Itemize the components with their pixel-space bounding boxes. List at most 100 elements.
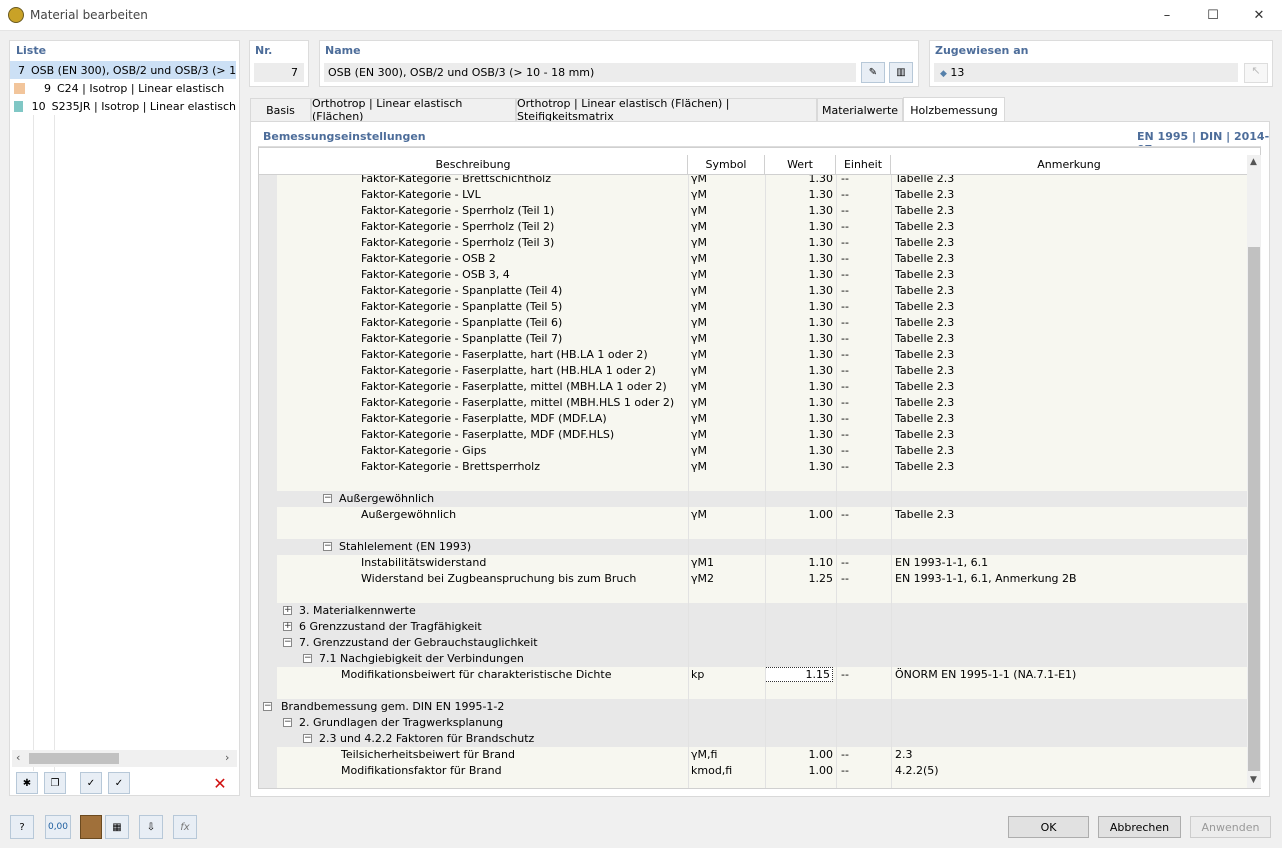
material-color-icon[interactable]: [80, 815, 102, 839]
col-symbol[interactable]: Symbol: [688, 155, 765, 174]
table-row[interactable]: Faktor-Kategorie - Spanplatte (Teil 6) γM…: [259, 315, 1247, 331]
row-value[interactable]: 1.25: [765, 572, 834, 585]
cancel-button[interactable]: Abbrechen: [1098, 816, 1181, 838]
row-value[interactable]: 1.30: [765, 332, 834, 345]
check-all-icon[interactable]: ✓: [80, 772, 102, 794]
table-row[interactable]: Modifikationsbeiwert für charakteristisc…: [259, 667, 1247, 683]
delete-icon[interactable]: ✕: [209, 772, 231, 794]
table-row[interactable]: Faktor-Kategorie - Sperrholz (Teil 2) γM 1…: [259, 219, 1247, 235]
apply-button[interactable]: Anwenden: [1190, 816, 1271, 838]
group-row[interactable]: −2.3 und 4.2.2 Faktoren für Brandschutz: [277, 731, 1247, 747]
table-row[interactable]: Außergewöhnlich γM 1.00 -- Tabelle 2.3: [259, 507, 1247, 523]
table-row[interactable]: Faktor-Kategorie - Sperrholz (Teil 3) γM 1…: [259, 235, 1247, 251]
table-row[interactable]: Faktor-Kategorie - Spanplatte (Teil 7) γM…: [259, 331, 1247, 347]
new-material-icon[interactable]: ✱: [16, 772, 38, 794]
nr-field[interactable]: 7: [254, 63, 304, 82]
row-value[interactable]: 1.30: [765, 188, 834, 201]
col-einheit[interactable]: Einheit: [836, 155, 891, 174]
ok-button[interactable]: OK: [1008, 816, 1089, 838]
row-value[interactable]: 1.30: [765, 444, 834, 457]
row-value[interactable]: 1.00: [765, 764, 834, 777]
row-value[interactable]: 1.30: [765, 412, 834, 425]
group-row[interactable]: −7. Grenzzustand der Gebrauchstauglichke…: [277, 635, 1247, 651]
group-row[interactable]: − Brandbemessung gem. DIN EN 1995-1-2: [259, 699, 1247, 715]
row-value[interactable]: 1.00: [765, 748, 834, 761]
tab-holzbemessung[interactable]: Holzbemessung: [903, 97, 1005, 122]
table-row[interactable]: Faktor-Kategorie - OSB 2 γM 1.30 -- Tabelle …: [259, 251, 1247, 267]
name-field[interactable]: OSB (EN 300), OSB/2 und OSB/3 (> 10 - 18…: [324, 63, 856, 82]
tab-orthotrop[interactable]: Orthotrop | Linear elastisch (Flächen): [311, 97, 516, 123]
close-icon[interactable]: ✕: [1236, 0, 1282, 31]
table-row[interactable]: Faktor-Kategorie - Faserplatte, MDF (MDF…: [259, 427, 1247, 443]
check-selected-icon[interactable]: ✓: [108, 772, 130, 794]
table-row[interactable]: Modifikationsfaktor für Brand kmod,fi 1.00…: [259, 763, 1247, 779]
row-value[interactable]: 1.30: [765, 284, 834, 297]
assigned-field[interactable]: ◆ 13: [934, 63, 1238, 82]
help-icon[interactable]: ?: [10, 815, 34, 839]
tab-materialwerte[interactable]: Materialwerte: [817, 98, 903, 121]
units-icon[interactable]: 0,00: [45, 815, 71, 839]
expand-icon[interactable]: +: [283, 606, 292, 615]
row-value[interactable]: 1.30: [765, 460, 834, 473]
group-row[interactable]: −2. Grundlagen der Tragwerksplanung: [277, 715, 1247, 731]
collapse-icon[interactable]: −: [263, 702, 272, 711]
list-item[interactable]: 9 C24 | Isotrop | Linear elastisch: [10, 79, 236, 97]
expand-icon[interactable]: +: [283, 622, 292, 631]
row-value[interactable]: 1.30: [765, 175, 834, 185]
row-value[interactable]: 1.30: [765, 348, 834, 361]
scroll-up-icon[interactable]: ▲: [1250, 157, 1257, 167]
row-value[interactable]: 1.30: [765, 364, 834, 377]
collapse-icon[interactable]: −: [283, 718, 292, 727]
formula-icon[interactable]: fx: [173, 815, 197, 839]
list-item[interactable]: 10 S235JR | Isotrop | Linear elastisch: [10, 97, 236, 115]
group-row[interactable]: +3. Materialkennwerte: [277, 603, 1247, 619]
material-catalog-icon[interactable]: ▦: [105, 815, 129, 839]
collapse-icon[interactable]: −: [283, 638, 292, 647]
minimize-icon[interactable]: –: [1144, 0, 1190, 31]
export-icon[interactable]: ⇩: [139, 815, 163, 839]
scroll-thumb[interactable]: [1248, 247, 1260, 771]
table-row[interactable]: Teilsicherheitsbeiwert für Brand γM,fi 1.0…: [259, 747, 1247, 763]
table-row[interactable]: Faktor-Kategorie - Spanplatte (Teil 5) γM…: [259, 299, 1247, 315]
group-row[interactable]: +6 Grenzzustand der Tragfähigkeit: [277, 619, 1247, 635]
row-value[interactable]: 1.30: [765, 268, 834, 281]
collapse-icon[interactable]: −: [303, 734, 312, 743]
row-value[interactable]: 1.30: [765, 220, 834, 233]
row-value[interactable]: 1.30: [765, 236, 834, 249]
row-value[interactable]: 1.30: [765, 204, 834, 217]
table-row[interactable]: Faktor-Kategorie - Sperrholz (Teil 1) γM 1…: [259, 203, 1247, 219]
library-icon[interactable]: ▥: [889, 62, 913, 83]
maximize-icon[interactable]: ☐: [1190, 0, 1236, 31]
group-row[interactable]: − Außergewöhnlich: [277, 491, 1247, 507]
row-value[interactable]: 1.30: [765, 316, 834, 329]
table-row[interactable]: Faktor-Kategorie - Faserplatte, mittel (…: [259, 379, 1247, 395]
table-row[interactable]: Faktor-Kategorie - Brettsperrholz γM 1.30-…: [259, 459, 1247, 475]
table-row[interactable]: Instabilitätswiderstand γM1 1.10 -- EN 1993-…: [259, 555, 1247, 571]
col-anmerkung[interactable]: Anmerkung: [891, 155, 1247, 174]
list-item[interactable]: 7 OSB (EN 300), OSB/2 und OSB/3 (> 10: [10, 61, 236, 79]
group-row[interactable]: −7.1 Nachgiebigkeit der Verbindungen: [277, 651, 1247, 667]
table-row[interactable]: Faktor-Kategorie - Gips γM 1.30 -- Tabelle 2…: [259, 443, 1247, 459]
scroll-down-icon[interactable]: ▼: [1250, 775, 1257, 785]
scroll-right-icon[interactable]: ›: [225, 751, 229, 764]
edit-name-icon[interactable]: ✎: [861, 62, 885, 83]
row-value[interactable]: 1.30: [765, 380, 834, 393]
table-row[interactable]: Faktor-Kategorie - Faserplatte, hart (HB…: [259, 363, 1247, 379]
scroll-left-icon[interactable]: ‹: [16, 751, 20, 764]
select-pointer-icon[interactable]: ↖: [1244, 63, 1268, 83]
row-value[interactable]: 1.30: [765, 252, 834, 265]
table-row[interactable]: Faktor-Kategorie - Spanplatte (Teil 4) γM…: [259, 283, 1247, 299]
table-row[interactable]: Faktor-Kategorie - Faserplatte, hart (HB…: [259, 347, 1247, 363]
scroll-thumb[interactable]: [29, 753, 119, 764]
row-value[interactable]: 1.30: [765, 428, 834, 441]
col-wert[interactable]: Wert: [765, 155, 836, 174]
table-row[interactable]: Widerstand bei Zugbeanspruchung bis zum …: [259, 571, 1247, 587]
table-scrollbar[interactable]: ▲ ▼: [1247, 155, 1261, 788]
row-value[interactable]: 1.15: [765, 667, 833, 682]
group-row[interactable]: − Stahlelement (EN 1993): [277, 539, 1247, 555]
tab-steifigkeitsmatrix[interactable]: Orthotrop | Linear elastisch (Flächen) |…: [516, 97, 817, 123]
copy-material-icon[interactable]: ❐: [44, 772, 66, 794]
table-row[interactable]: Faktor-Kategorie - Faserplatte, MDF (MDF…: [259, 411, 1247, 427]
collapse-icon[interactable]: −: [323, 494, 332, 503]
table-row[interactable]: Faktor-Kategorie - OSB 3, 4 γM 1.30 -- Tabel…: [259, 267, 1247, 283]
